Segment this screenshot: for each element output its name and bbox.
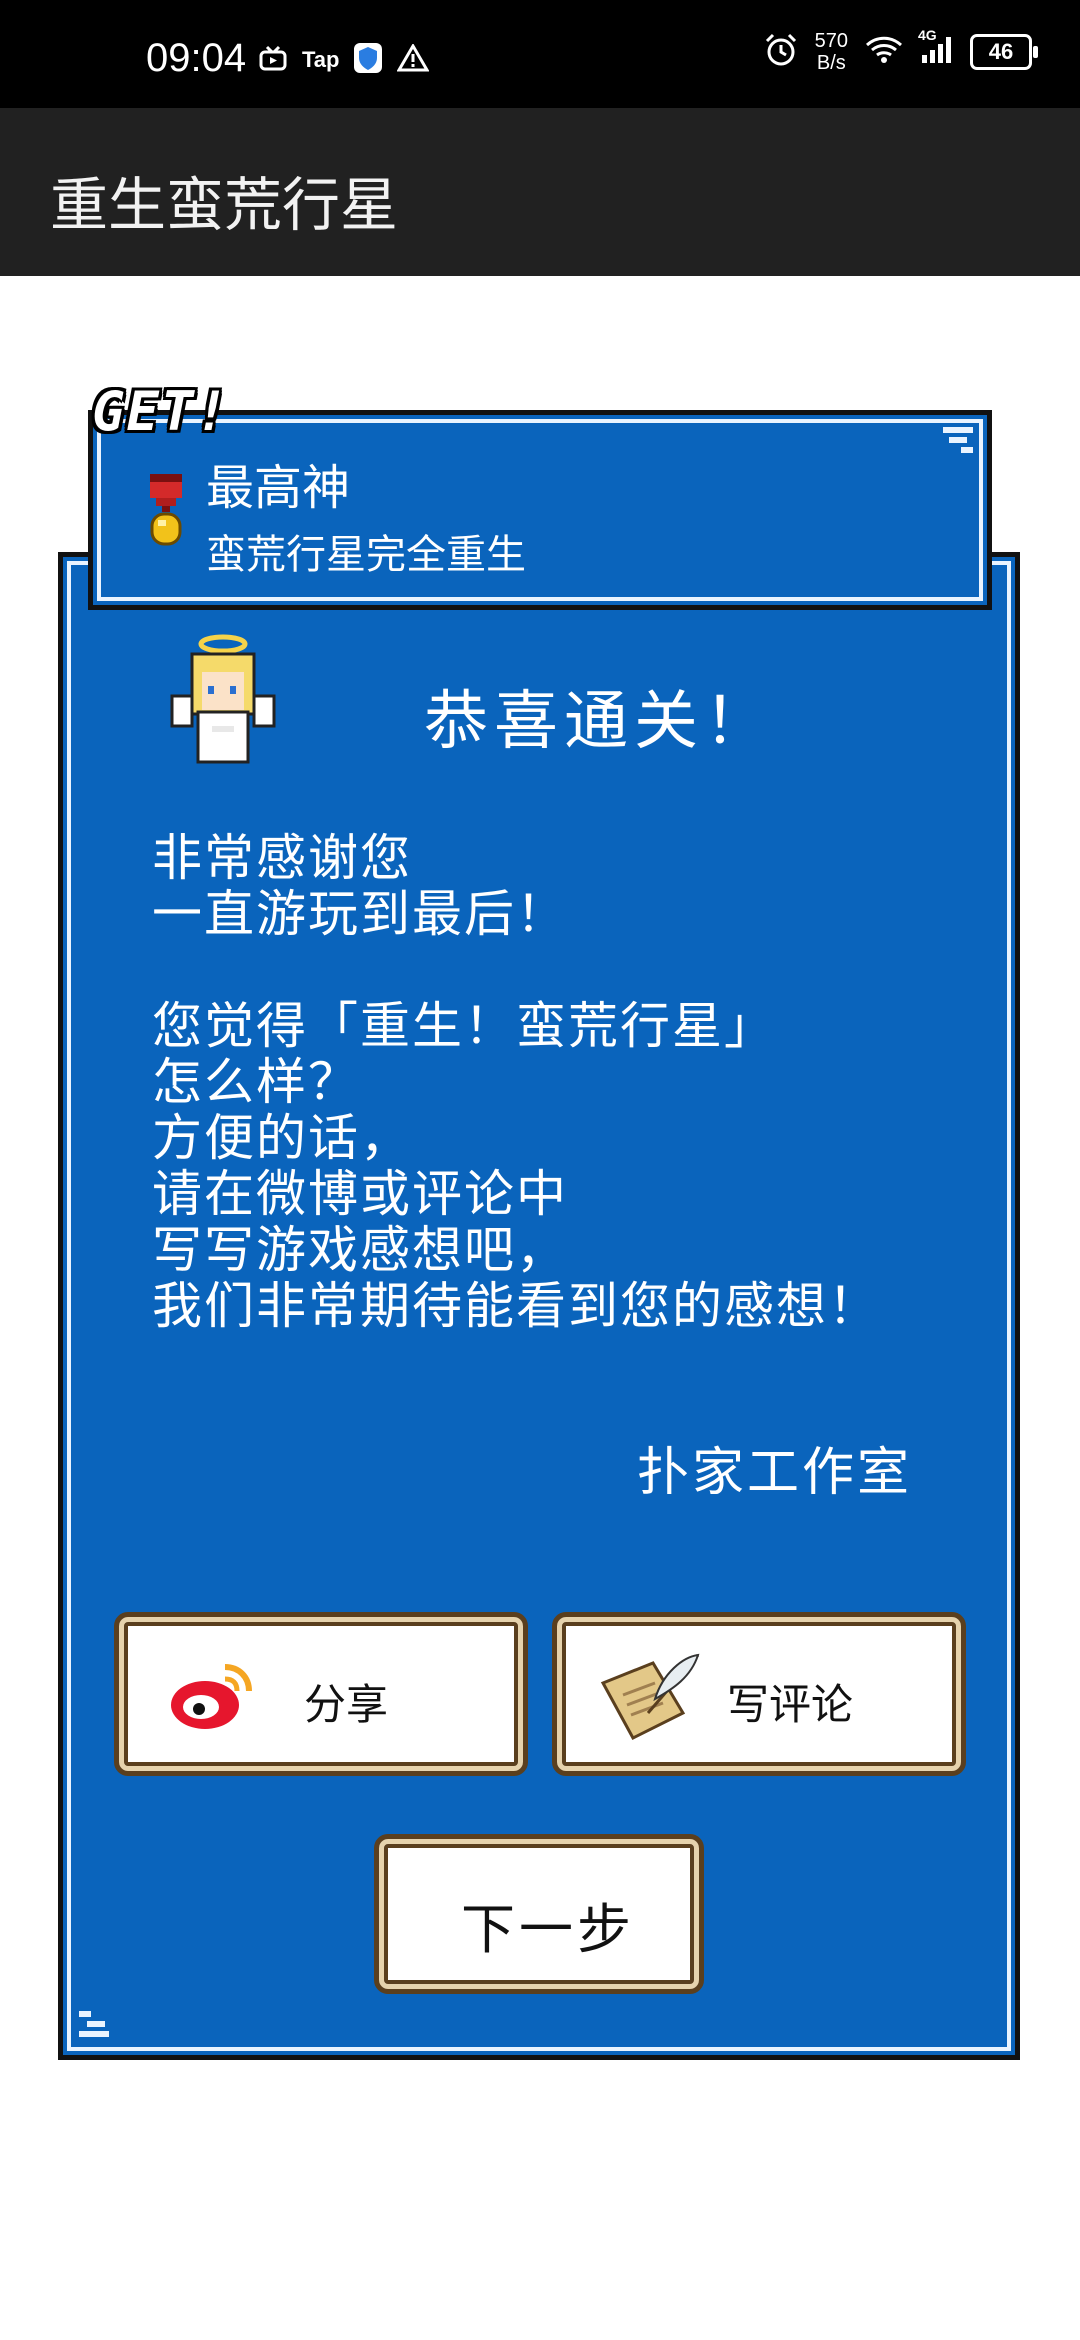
warning-icon bbox=[396, 43, 431, 76]
speed-unit: B/s bbox=[816, 52, 846, 74]
signal-icon: 4G bbox=[918, 27, 954, 69]
network-speed: 570 B/s bbox=[815, 30, 848, 74]
status-left-icons: Tap bbox=[258, 42, 431, 78]
app-bar: 重生蛮荒行星 bbox=[0, 108, 1080, 276]
medal-icon bbox=[146, 472, 186, 552]
review-label: 写评论 bbox=[727, 1680, 854, 1729]
status-right-icons: 570 B/s 4G 46 bbox=[763, 27, 1038, 74]
achievement-title: 最高神 bbox=[206, 460, 351, 516]
alarm-icon bbox=[763, 32, 799, 72]
quill-paper-icon bbox=[593, 1643, 713, 1753]
shield-icon bbox=[353, 42, 383, 78]
write-review-button[interactable]: 写评论 bbox=[552, 1612, 966, 1776]
weibo-icon bbox=[167, 1655, 257, 1735]
share-button[interactable]: 分享 bbox=[114, 1612, 528, 1776]
next-step-button[interactable]: 下一步 bbox=[374, 1834, 704, 1994]
app-title: 重生蛮荒行星 bbox=[50, 171, 399, 239]
tap-icon: Tap bbox=[302, 47, 340, 72]
corner-sparkle-decoration bbox=[79, 2011, 113, 2041]
get-badge: GET! bbox=[92, 380, 231, 443]
status-bar: 09:04 Tap 570 B/s 4G 46 bbox=[0, 0, 1080, 108]
thank-you-message: 非常感谢您 一直游玩到最后！ 您觉得「重生！蛮荒行星」 怎么样？ 方便的话， 请… bbox=[152, 829, 880, 1335]
achievement-subtitle: 蛮荒行星完全重生 bbox=[206, 532, 526, 578]
share-label: 分享 bbox=[304, 1680, 389, 1729]
studio-signature: 扑家工作室 bbox=[636, 1443, 912, 1503]
speed-value: 570 bbox=[814, 30, 848, 52]
next-label: 下一步 bbox=[461, 1898, 635, 1961]
congrats-heading: 恭喜通关！ bbox=[424, 685, 774, 759]
network-type: 4G bbox=[918, 27, 937, 43]
corner-sparkle-decoration bbox=[939, 427, 973, 457]
tv-icon bbox=[258, 45, 288, 75]
wifi-icon bbox=[864, 35, 904, 69]
status-time: 09:04 bbox=[146, 36, 247, 80]
battery-indicator: 46 bbox=[970, 34, 1038, 70]
angel-character-icon bbox=[168, 630, 278, 770]
